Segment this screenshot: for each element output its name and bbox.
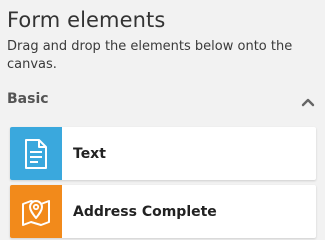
form-element-text[interactable]: Text	[10, 127, 316, 180]
map-pin-icon	[10, 185, 62, 238]
section-label: Basic	[7, 91, 49, 107]
element-label: Address Complete	[73, 203, 217, 220]
panel-title: Form elements	[7, 8, 166, 32]
chevron-up-icon[interactable]	[301, 93, 315, 107]
document-text-icon	[10, 127, 62, 180]
section-header-basic[interactable]: Basic	[7, 91, 317, 111]
element-label: Text	[73, 145, 106, 162]
form-element-address-complete[interactable]: Address Complete	[10, 185, 316, 238]
panel-subtitle: Drag and drop the elements below onto th…	[7, 39, 293, 72]
form-elements-panel: Form elements Drag and drop the elements…	[0, 0, 325, 240]
